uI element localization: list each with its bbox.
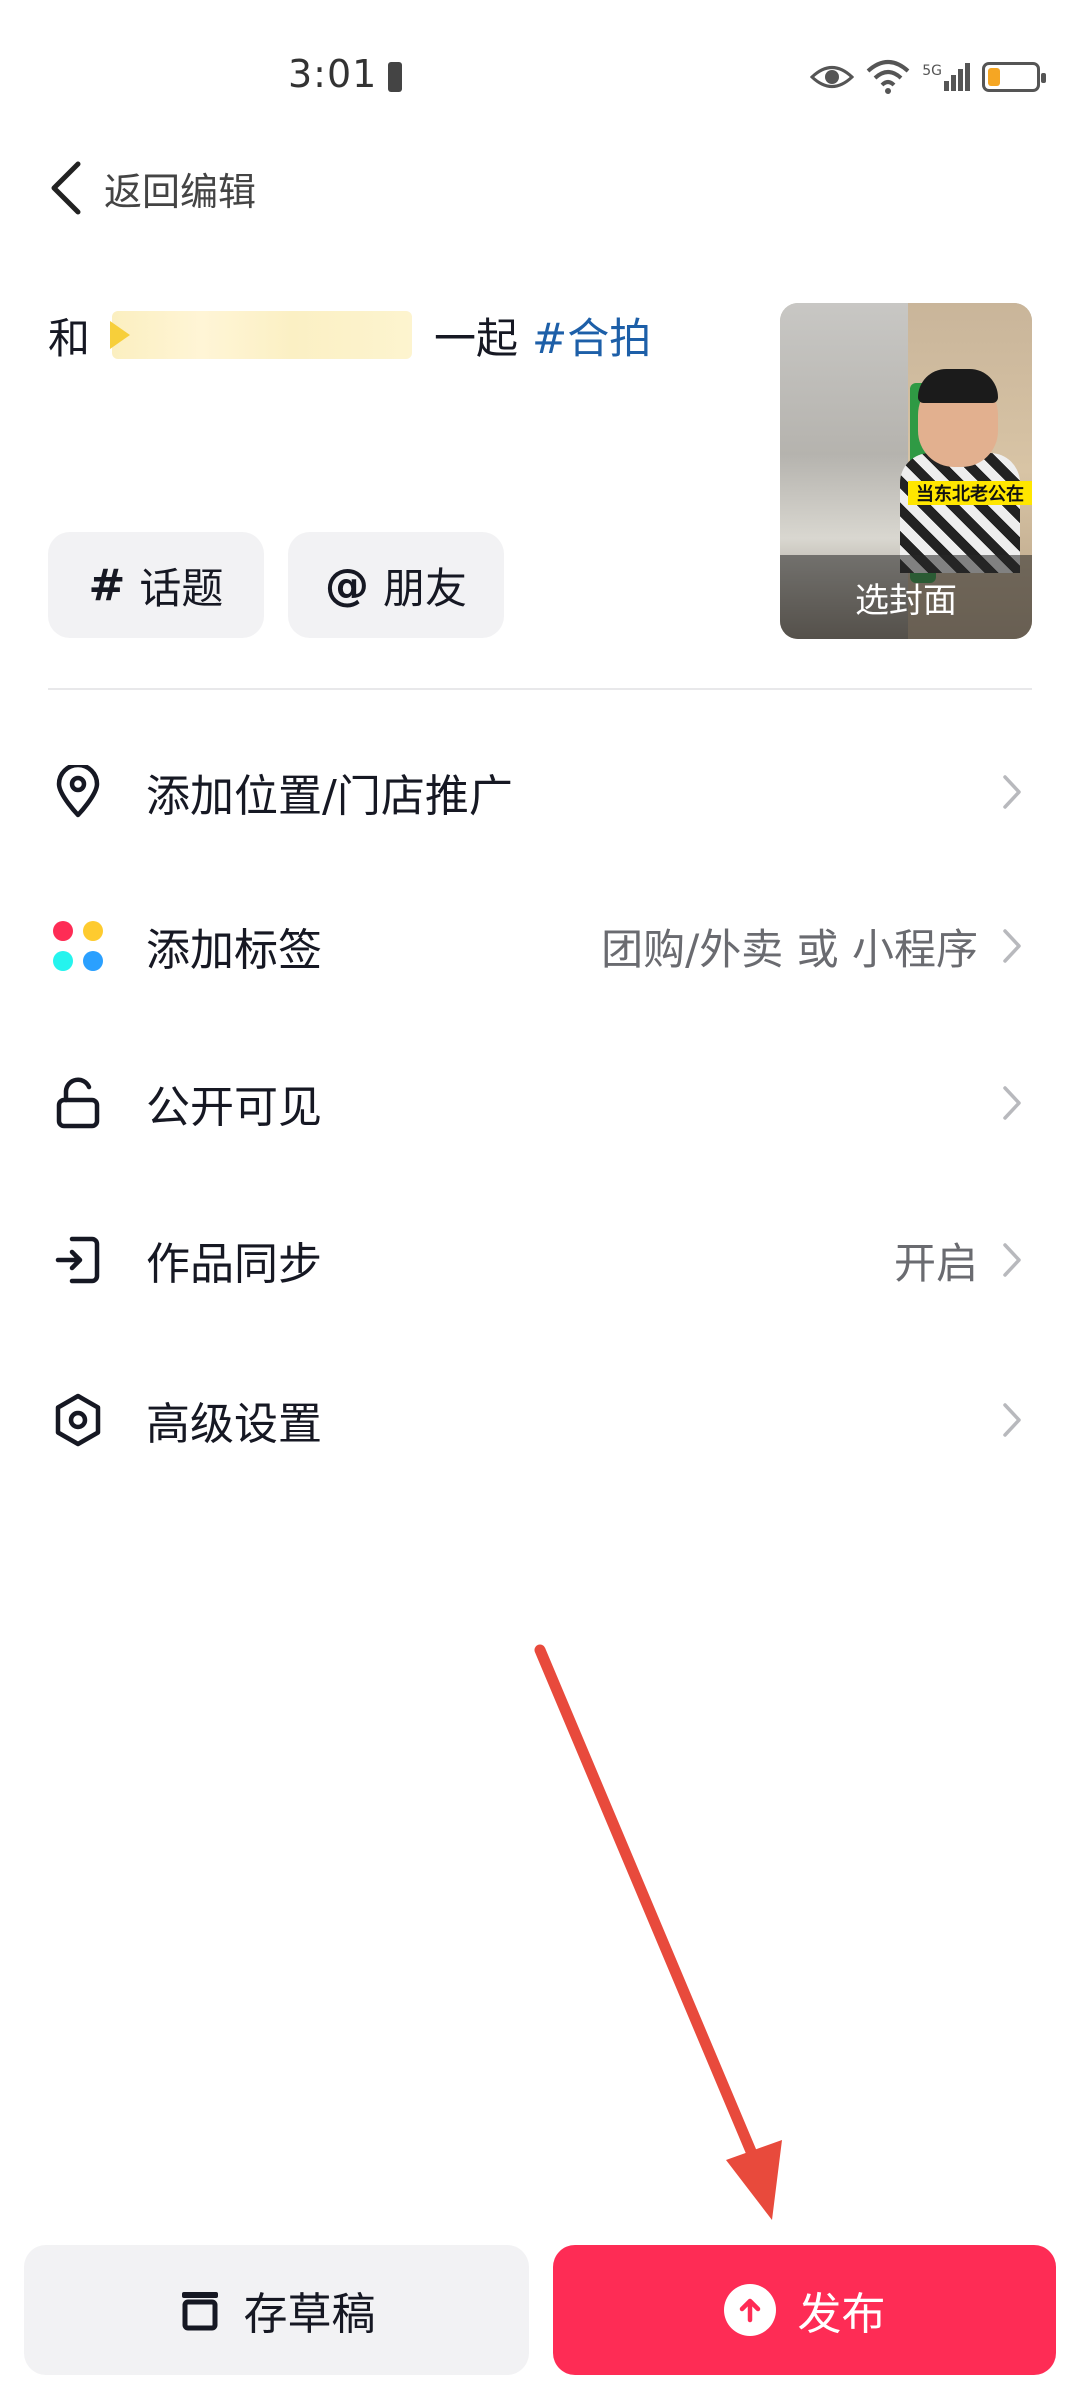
- chevron-right-icon: [992, 772, 1032, 812]
- cellular-signal-icon: 5G: [922, 63, 970, 91]
- save-draft-button[interactable]: 存草稿: [24, 2245, 529, 2375]
- wifi-icon: [866, 60, 910, 94]
- menu-row-label: 高级设置: [146, 1399, 322, 1450]
- status-time: 3:01: [288, 52, 378, 96]
- chevron-right-icon: [992, 1240, 1032, 1280]
- chevron-right-icon: [992, 926, 1032, 966]
- status-icons: 5G: [810, 52, 1046, 102]
- friend-chip-button[interactable]: @ 朋友: [288, 532, 504, 638]
- chevron-right-icon: [992, 1400, 1032, 1440]
- topic-label: 话题: [139, 563, 224, 613]
- menu-row-label: 添加位置/门店推广: [146, 771, 513, 822]
- menu-row-visibility[interactable]: 公开可见: [48, 1053, 1032, 1153]
- publish-button[interactable]: 发布: [553, 2245, 1056, 2375]
- chevron-left-icon: [51, 161, 81, 215]
- publish-label: 发布: [797, 2289, 886, 2340]
- caption-text[interactable]: 和 一起 #合拍: [48, 303, 651, 367]
- colorful-dots-icon: [48, 916, 108, 976]
- menu-row-label: 添加标签: [146, 925, 322, 976]
- annotation-arrow: [534, 1644, 782, 2220]
- blurred-mention: [110, 311, 413, 359]
- menu-row-sync[interactable]: 作品同步 开启: [48, 1210, 1032, 1310]
- draft-box-icon: [181, 2292, 218, 2331]
- menu-row-value: 团购/外卖 或 小程序: [601, 924, 978, 974]
- divider: [48, 688, 1032, 690]
- network-type: 5G: [922, 63, 942, 79]
- select-cover-button[interactable]: 当东北老公在 选封面: [780, 303, 1032, 639]
- menu-row-advanced[interactable]: 高级设置: [48, 1370, 1032, 1470]
- battery-icon: [982, 62, 1046, 92]
- menu-row-tags[interactable]: 添加标签 团购/外卖 或 小程序: [48, 896, 1032, 996]
- caption-hashtag[interactable]: #合拍: [532, 305, 651, 366]
- hash-icon: #: [88, 559, 126, 611]
- cover-overlay-text: 当东北老公在: [908, 481, 1032, 505]
- menu-row-label: 公开可见: [146, 1082, 322, 1133]
- location-pin-icon: [48, 762, 108, 822]
- hexagon-settings-icon: [48, 1390, 108, 1450]
- back-to-edit-button[interactable]: 返回编辑: [48, 158, 256, 218]
- caption-middle: 一起: [434, 313, 519, 363]
- charging-indicator-icon: [388, 62, 402, 92]
- topic-chip-button[interactable]: # 话题: [48, 532, 264, 638]
- upload-arrow-icon: [723, 2284, 776, 2336]
- unlock-icon: [48, 1073, 108, 1133]
- friend-label: 朋友: [382, 563, 467, 613]
- sync-export-icon: [48, 1230, 108, 1290]
- save-draft-label: 存草稿: [243, 2289, 376, 2340]
- cover-label: 选封面: [855, 580, 957, 621]
- eye-icon: [810, 66, 855, 88]
- menu-row-value: 开启: [893, 1238, 978, 1288]
- menu-row-location[interactable]: 添加位置/门店推广: [48, 742, 1032, 842]
- menu-row-label: 作品同步: [146, 1239, 322, 1290]
- back-label: 返回编辑: [104, 169, 257, 214]
- chevron-right-icon: [992, 1083, 1032, 1123]
- caption-prefix: 和: [48, 313, 91, 363]
- cover-person-hair: [918, 369, 998, 403]
- at-icon: @: [324, 559, 369, 611]
